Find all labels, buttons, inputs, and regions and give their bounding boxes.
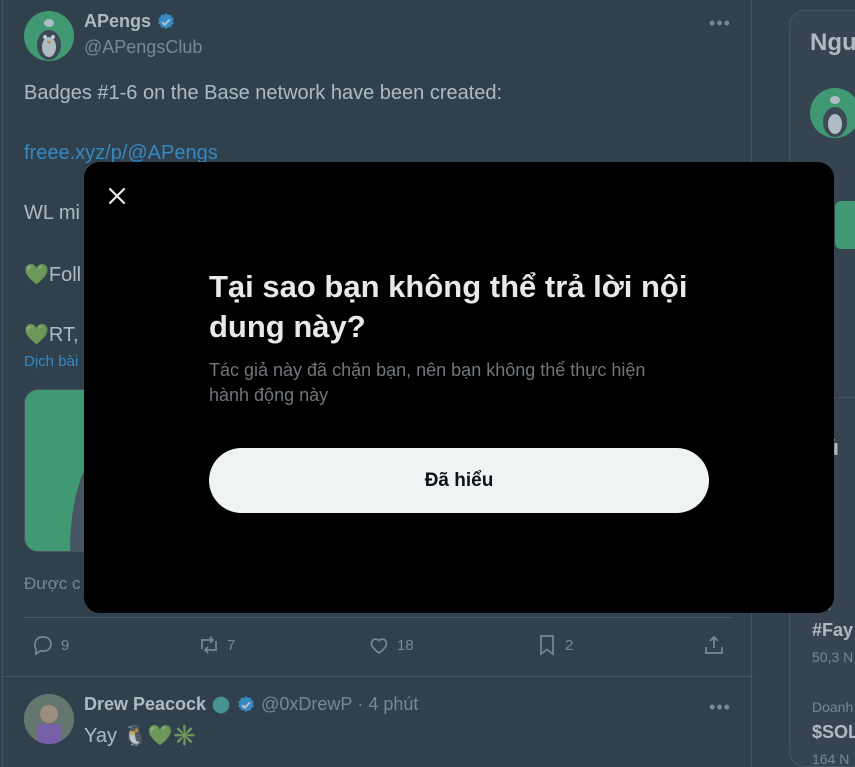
- dialog-title: Tại sao bạn không thể trả lời nội dung n…: [209, 269, 688, 344]
- dialog-description: Tác giả này đã chặn bạn, nên bạn không t…: [209, 360, 646, 405]
- close-button[interactable]: [100, 179, 134, 213]
- close-icon: [108, 187, 126, 205]
- got-it-button[interactable]: Đã hiểu: [209, 448, 709, 513]
- cannot-reply-dialog: Tại sao bạn không thể trả lời nội dung n…: [84, 162, 834, 613]
